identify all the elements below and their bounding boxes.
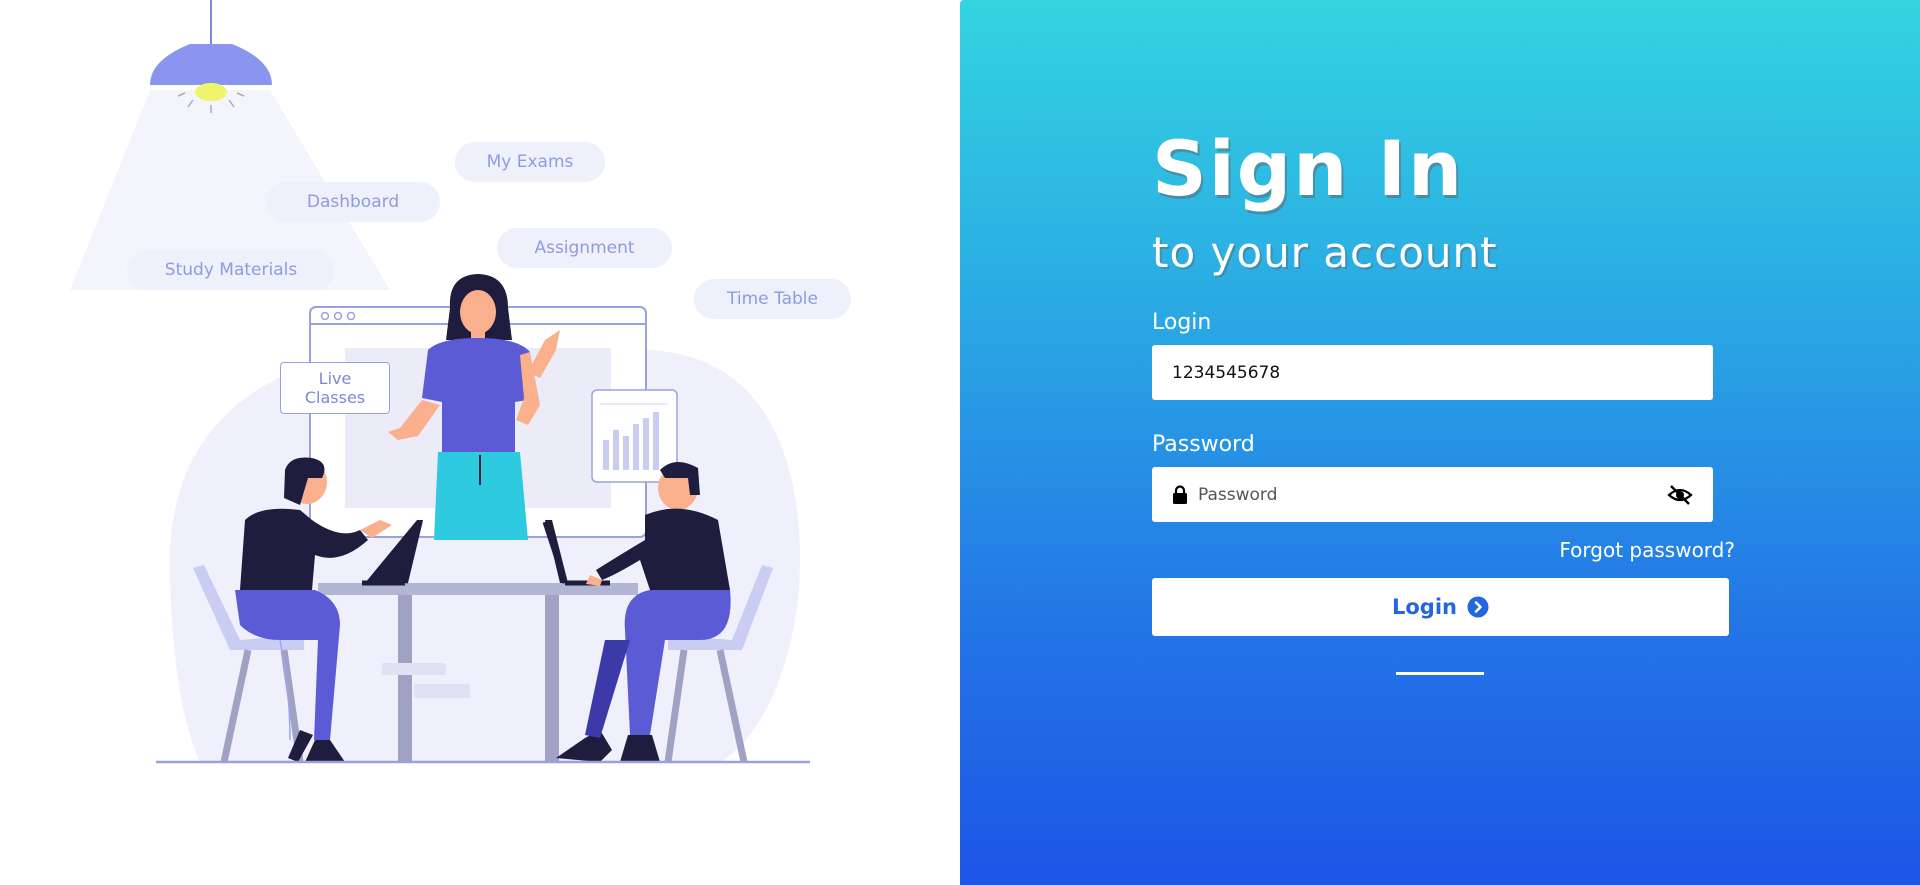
bubble-study-materials: Study Materials <box>127 250 335 290</box>
bubble-time-table: Time Table <box>694 279 851 319</box>
bubble-my-exams: My Exams <box>455 142 605 182</box>
page-title: Sign In <box>1152 124 1465 213</box>
bubble-assignment: Assignment <box>497 228 672 268</box>
footer-divider <box>1396 672 1484 675</box>
password-field-label: Password <box>1152 432 1255 457</box>
live-classes-card: Live Classes <box>280 362 390 414</box>
forgot-password-link[interactable]: Forgot password? <box>1550 538 1735 562</box>
live-classes-line2: Classes <box>304 388 366 407</box>
signin-panel: Sign In to your account Login Password F… <box>960 0 1920 885</box>
chevron-right-circle-icon <box>1467 596 1489 618</box>
login-page: My Exams Dashboard Assignment Study Mate… <box>0 0 1920 885</box>
page-subtitle: to your account <box>1152 228 1498 277</box>
login-field[interactable] <box>1152 345 1713 400</box>
login-button[interactable]: Login <box>1152 578 1729 636</box>
password-input[interactable] <box>1188 467 1667 522</box>
bubble-dashboard: Dashboard <box>266 182 440 222</box>
password-field[interactable] <box>1152 467 1713 522</box>
login-button-label: Login <box>1392 595 1457 619</box>
live-classes-line1: Live <box>318 369 352 388</box>
office-scene-illustration <box>70 0 810 764</box>
lock-icon <box>1173 484 1187 504</box>
login-field-label: Login <box>1152 310 1212 335</box>
illustration: My Exams Dashboard Assignment Study Mate… <box>0 0 960 885</box>
eye-slash-icon[interactable] <box>1667 484 1693 506</box>
login-input[interactable] <box>1152 345 1713 400</box>
